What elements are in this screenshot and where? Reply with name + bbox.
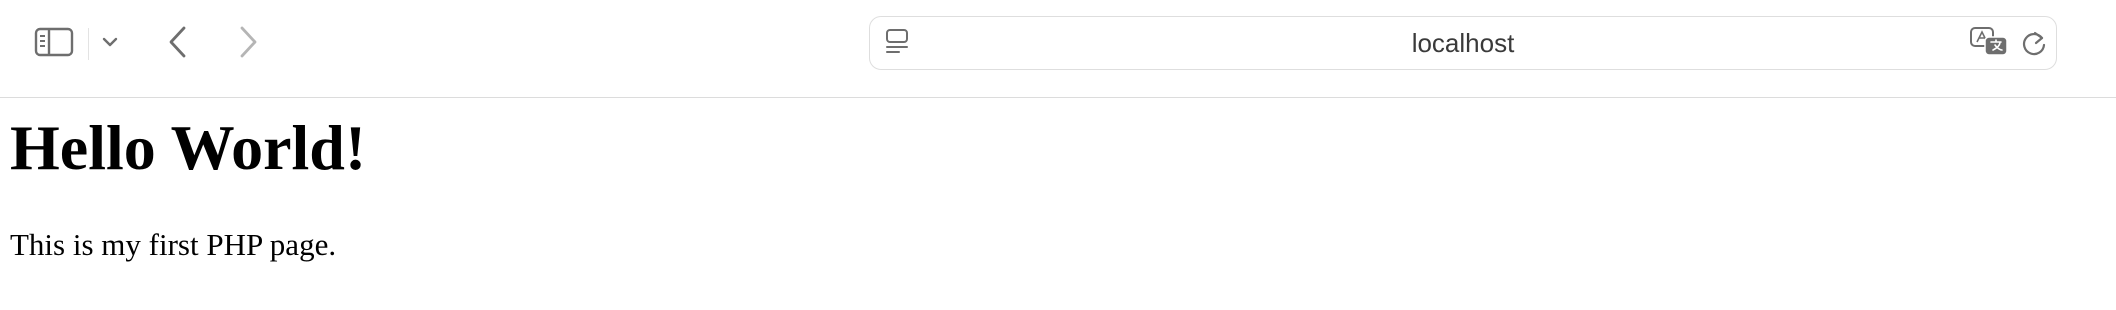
reader-view-icon (884, 28, 910, 61)
reader-view-button[interactable] (882, 28, 912, 61)
sidebar-toggle-button[interactable] (32, 24, 76, 64)
back-button[interactable] (160, 24, 196, 64)
translate-button[interactable] (1968, 26, 2012, 63)
page-paragraph: This is my first PHP page. (10, 227, 337, 262)
toolbar-divider (88, 28, 89, 60)
chevron-right-icon (237, 25, 259, 64)
forward-button[interactable] (230, 24, 266, 64)
reload-icon (2020, 28, 2048, 63)
chevron-down-icon (101, 35, 119, 53)
translate-icon (1969, 26, 2011, 63)
page-heading: Hello World! (10, 112, 367, 183)
sidebar-toggle-icon (34, 26, 74, 63)
tab-group-menu-button[interactable] (96, 28, 124, 60)
reload-button[interactable] (2018, 29, 2050, 61)
browser-toolbar: localhost (0, 0, 2116, 98)
page-content: Hello World! This is my first PHP page. (0, 98, 2116, 310)
address-text: localhost (1411, 27, 1515, 58)
chevron-left-icon (167, 25, 189, 64)
address-bar[interactable]: localhost (869, 16, 2057, 70)
